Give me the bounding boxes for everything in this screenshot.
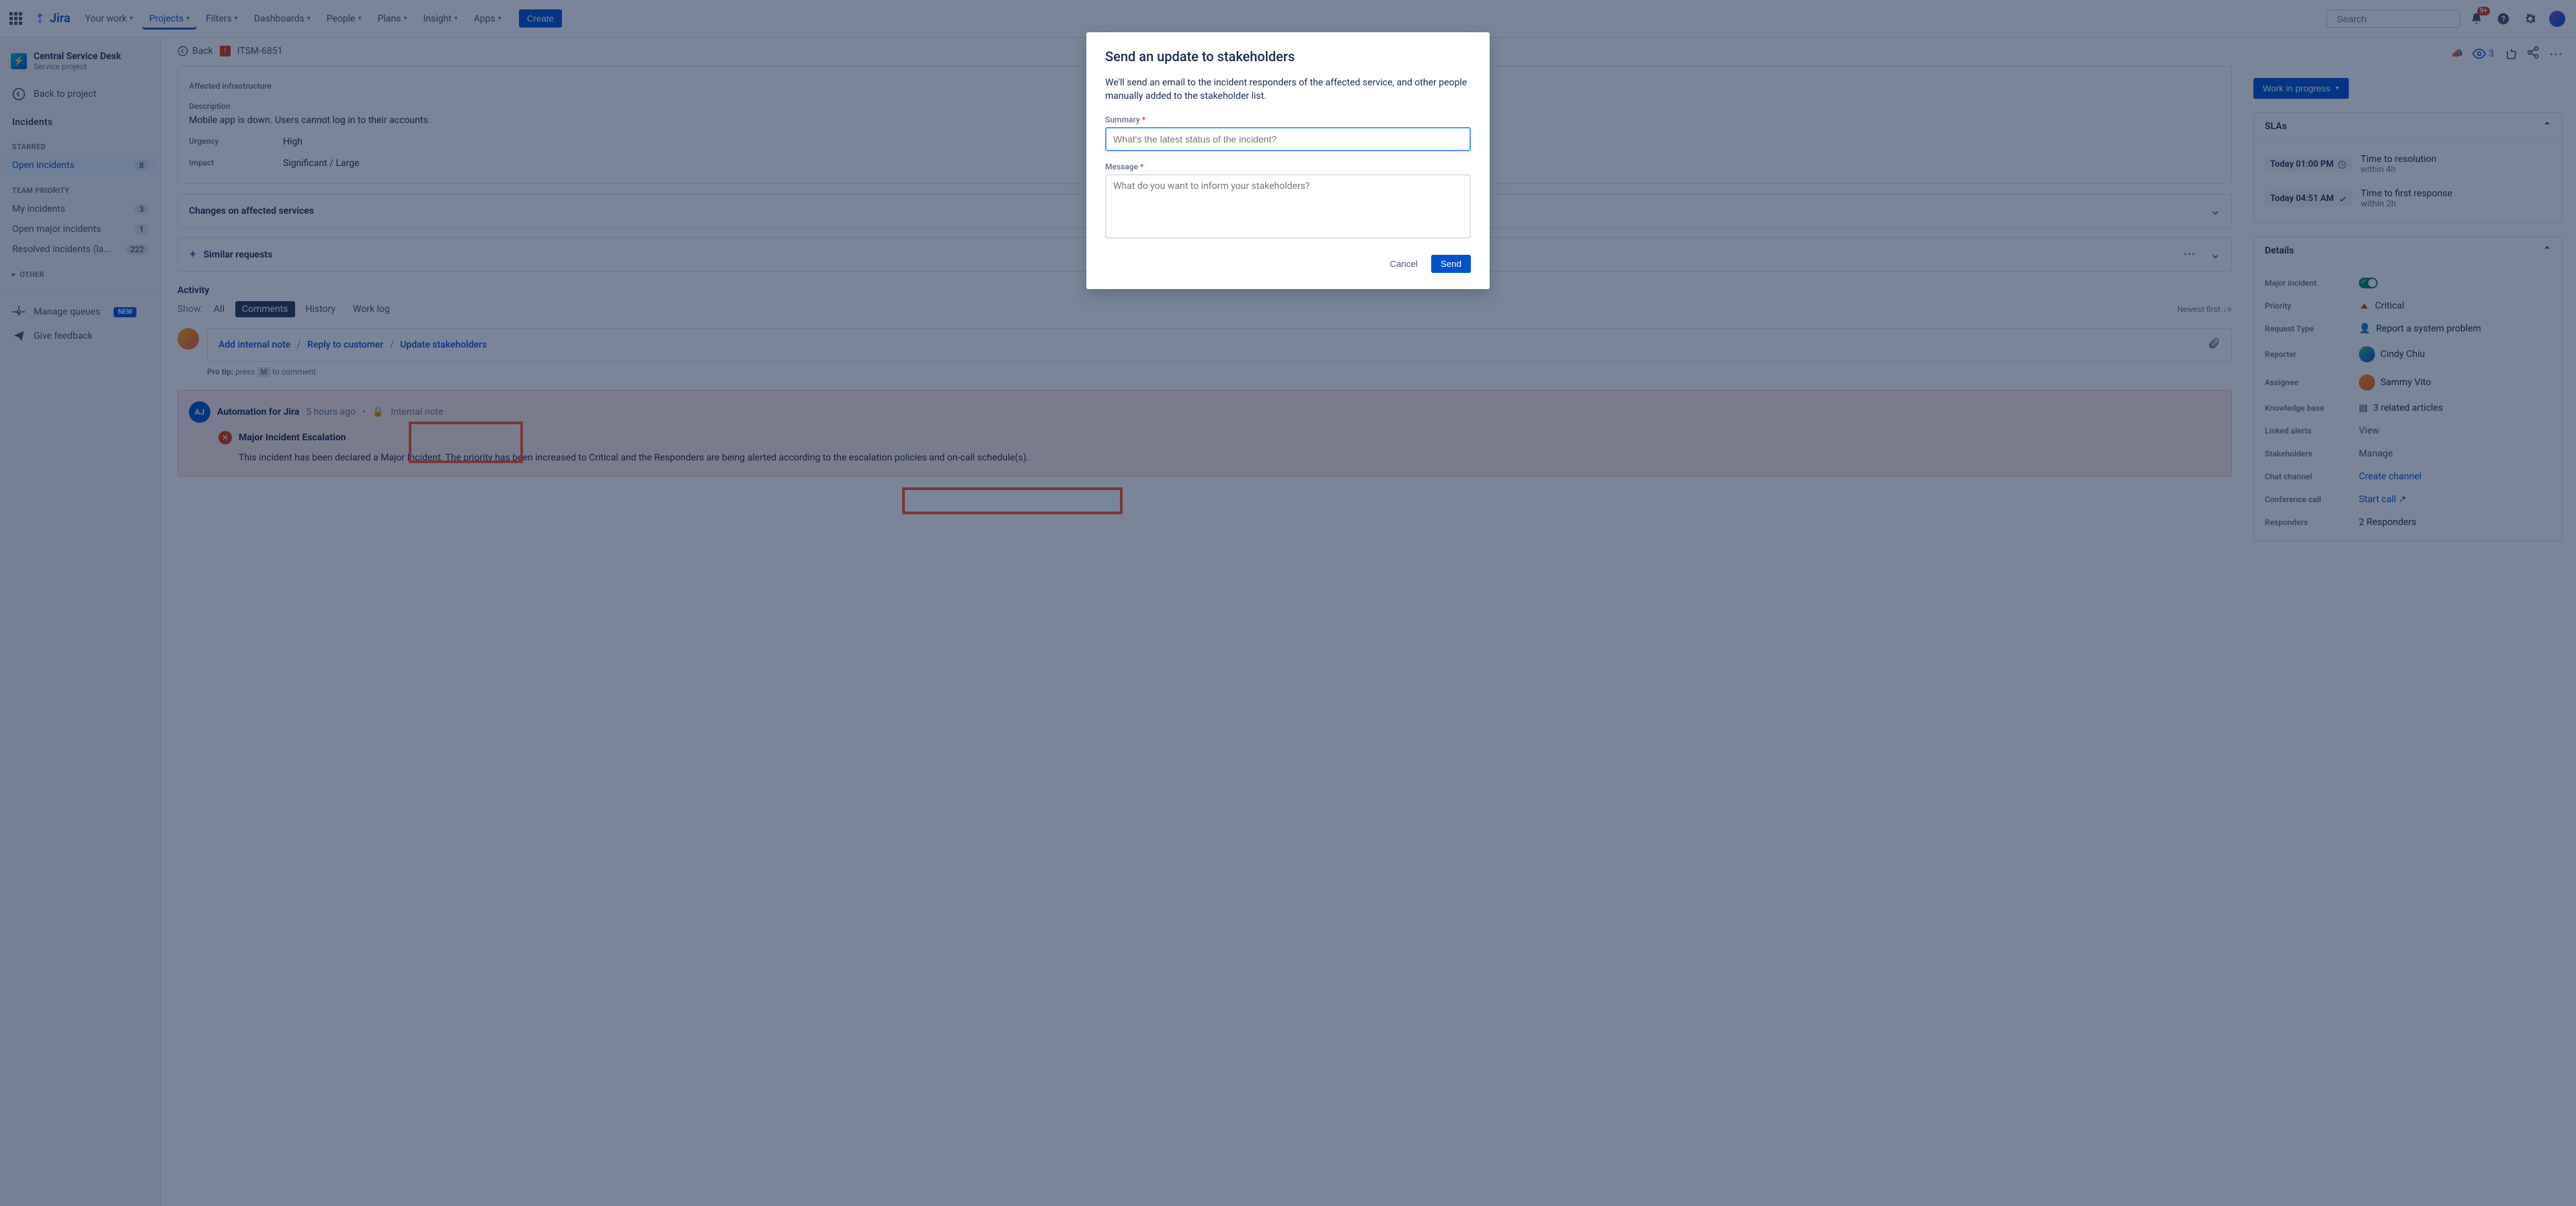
message-textarea[interactable] [1105,174,1471,239]
modal-title: Send an update to stakeholders [1105,48,1471,65]
summary-input[interactable] [1105,127,1471,151]
cancel-button[interactable]: Cancel [1381,255,1426,273]
modal-overlay[interactable]: Send an update to stakeholders We'll sen… [0,0,2576,1206]
modal-intro: We'll send an email to the incident resp… [1105,77,1471,103]
message-label: Message * [1105,162,1471,171]
send-button[interactable]: Send [1431,255,1471,273]
stakeholder-update-modal: Send an update to stakeholders We'll sen… [1086,32,1490,289]
summary-label: Summary * [1105,115,1471,124]
